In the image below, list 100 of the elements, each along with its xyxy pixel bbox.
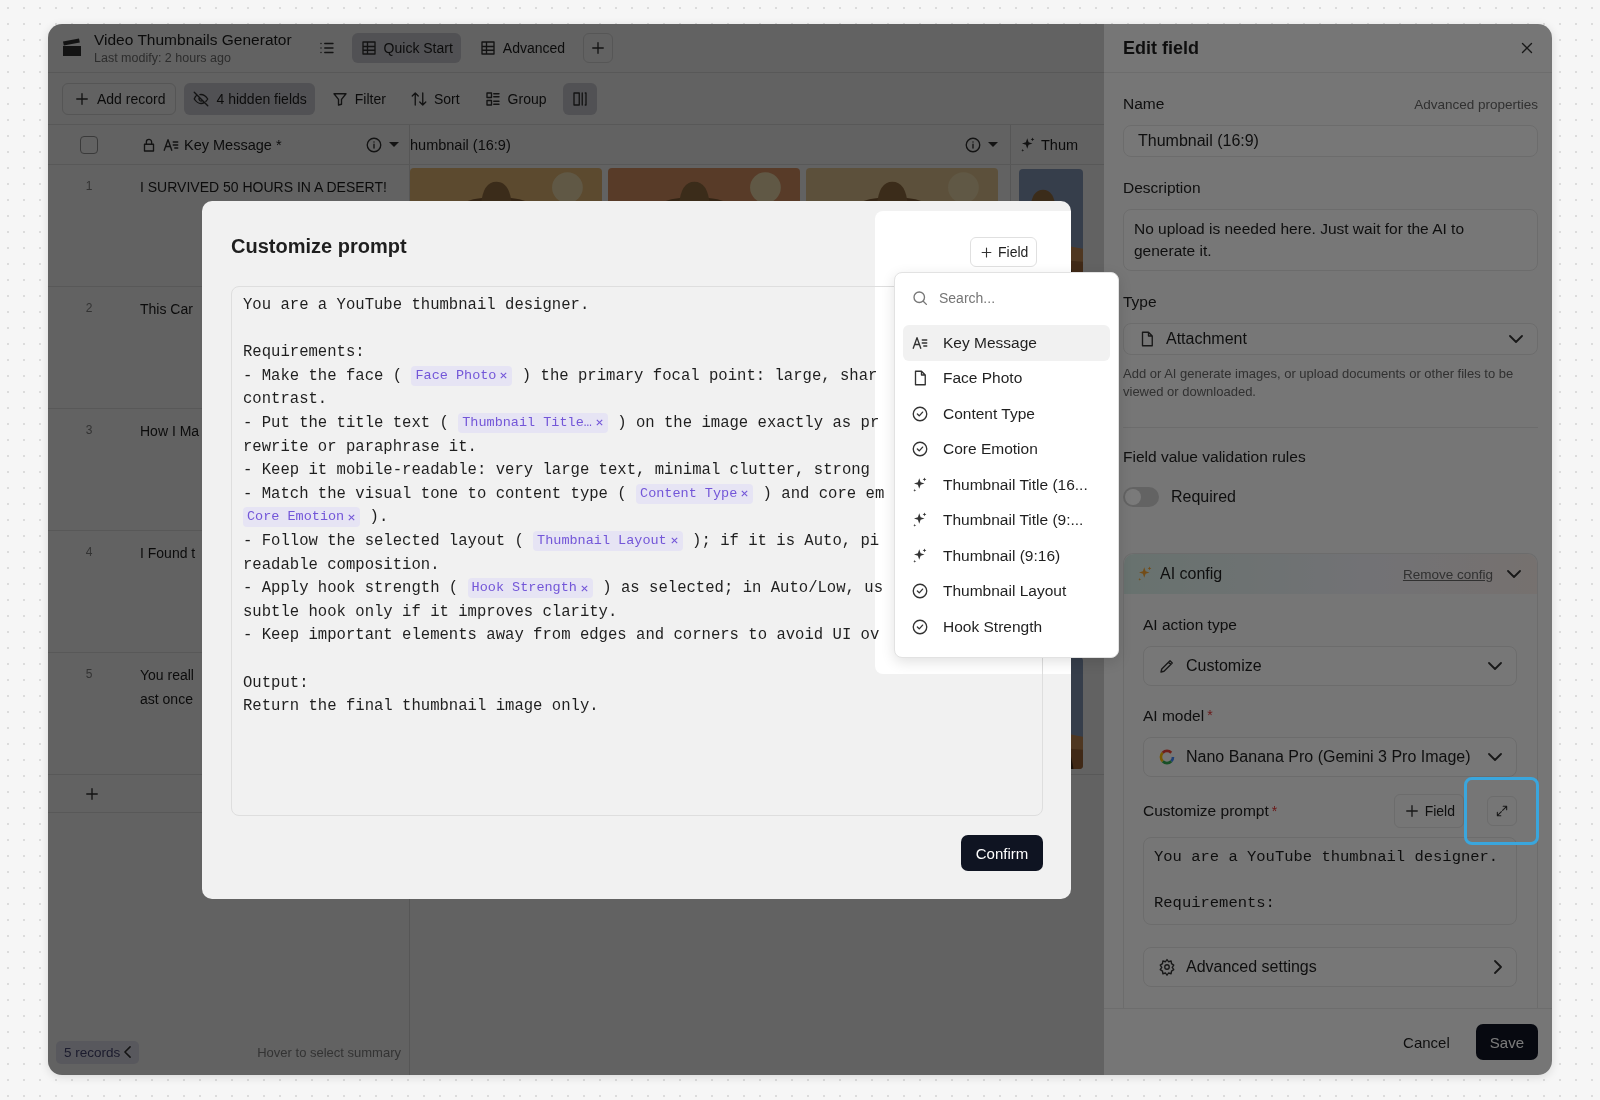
advanced-settings-button[interactable]: Advanced settings xyxy=(1143,947,1517,987)
menu-item[interactable]: Hook Strength xyxy=(903,609,1110,645)
table-cell-text: ast once xyxy=(140,690,193,709)
close-icon[interactable] xyxy=(579,583,589,593)
records-count-button[interactable]: 5 records xyxy=(56,1040,140,1064)
close-icon[interactable] xyxy=(740,489,750,499)
field-label: Description xyxy=(1123,179,1202,198)
prompt-text: subtle hook only if it improves clarity. xyxy=(243,602,618,621)
menu-item[interactable]: Thumbnail Title (16... xyxy=(903,467,1110,503)
type-help-text: Add or AI generate images, or upload documents or other files to be viewed or downloaded. xyxy=(1123,365,1515,402)
prompt-text: ) and core em xyxy=(761,484,885,503)
add-field-button[interactable]: Field xyxy=(970,237,1038,267)
close-icon[interactable] xyxy=(347,512,357,522)
prompt-text: ) on the image exactly as pr xyxy=(616,413,880,432)
prompt-text: - Apply hook strength ( xyxy=(243,579,460,598)
expand-button[interactable] xyxy=(1487,796,1517,826)
prompt-text: contrast. xyxy=(243,390,328,409)
field-tag[interactable]: Thumbnail Title… xyxy=(458,412,608,433)
field-label: AI model xyxy=(1143,707,1205,725)
pencil-icon xyxy=(1158,657,1176,675)
columns-icon xyxy=(570,89,589,108)
field-tag[interactable]: Thumbnail Layout xyxy=(533,530,683,551)
sparkle-icon xyxy=(911,475,929,494)
toolbar-button[interactable]: 4 hidden fields xyxy=(184,82,315,115)
chevron-right-icon xyxy=(1494,960,1502,974)
save-button[interactable]: Save xyxy=(1475,1024,1538,1060)
search-field[interactable]: Search... xyxy=(937,289,1091,307)
confirm-button[interactable]: Confirm xyxy=(961,835,1043,871)
ring-icon xyxy=(1158,748,1176,766)
required-mark: * xyxy=(1207,707,1213,725)
prompt-text: ) as selected; in Auto/Low, us xyxy=(601,579,883,598)
column-header[interactable]: humbnail (16:9) xyxy=(410,125,1010,164)
cancel-button[interactable]: Cancel xyxy=(1391,1025,1462,1059)
sort-icon xyxy=(409,89,428,108)
required-toggle[interactable] xyxy=(1123,487,1159,507)
field-label: Type xyxy=(1123,293,1158,312)
field-label: Name xyxy=(1123,95,1165,113)
menu-item[interactable]: Thumbnail Title (9:... xyxy=(903,502,1110,538)
menu-item[interactable]: Face Photo xyxy=(903,360,1110,396)
menu-item[interactable]: Core Emotion xyxy=(903,431,1110,467)
toolbar-button[interactable]: Group xyxy=(475,82,555,115)
menu-item[interactable]: Thumbnail (9:16) xyxy=(903,538,1110,574)
gear-icon xyxy=(1158,958,1176,976)
column-title: Thum xyxy=(1041,136,1079,153)
action-type-select[interactable]: Customize xyxy=(1143,646,1517,686)
add-field-button[interactable]: Field xyxy=(1393,794,1464,828)
close-icon[interactable] xyxy=(669,536,679,546)
prompt-text: - Match the visual tone to content type ( xyxy=(243,484,628,503)
prompt-text: - Make the face ( xyxy=(243,366,404,385)
column-header[interactable]: Key Message * xyxy=(130,125,410,164)
field-tag[interactable]: Core Emotion xyxy=(243,507,361,528)
advanced-properties-link[interactable]: Advanced properties xyxy=(1414,97,1538,112)
view-tab[interactable]: Quick Start xyxy=(351,33,461,63)
sparkle-icon xyxy=(1136,565,1154,583)
column-title: Key Message * xyxy=(184,136,282,153)
info-icon xyxy=(964,135,982,154)
field-tag[interactable]: Hook Strength xyxy=(467,578,593,599)
caret-icon xyxy=(988,142,998,147)
required-mark: * xyxy=(1271,803,1278,819)
type-select[interactable]: Attachment xyxy=(1123,323,1538,356)
select-all-checkbox[interactable] xyxy=(80,135,98,154)
menu-item[interactable]: Thumbnail Layout xyxy=(903,573,1110,609)
prompt-text: Return the final thumbnail image only. xyxy=(243,697,599,716)
panel-title: Edit field xyxy=(1123,37,1199,59)
chevron-down-icon xyxy=(1509,335,1523,344)
table-cell-text: This Car xyxy=(140,300,193,319)
name-field[interactable]: Thumbnail (16:9) xyxy=(1123,125,1538,158)
table-icon xyxy=(359,39,378,57)
prompt-text: readable composition. xyxy=(243,555,440,574)
section-title: Field value validation rules xyxy=(1123,448,1307,466)
field-label: AI action type xyxy=(1143,616,1238,634)
toolbar-button[interactable]: Sort xyxy=(401,82,468,115)
add-view-button[interactable] xyxy=(583,33,614,63)
crossed-eye-icon xyxy=(192,89,211,108)
field-tag[interactable]: Face Photo xyxy=(411,365,513,386)
menu-item[interactable]: Content Type xyxy=(903,396,1110,432)
plus-icon xyxy=(979,244,994,260)
remove-config-link[interactable]: Remove config xyxy=(1402,566,1493,582)
view-tab[interactable]: Advanced xyxy=(470,33,574,63)
close-icon[interactable] xyxy=(594,418,604,428)
model-select[interactable]: Nano Banana Pro (Gemini 3 Pro Image) xyxy=(1143,737,1517,777)
chevron-down-icon xyxy=(1488,662,1502,670)
prompt-text: - Follow the selected layout ( xyxy=(243,531,525,550)
dialog-title: Customize prompt xyxy=(231,235,407,258)
prompt-field[interactable]: You are a YouTube thumbnail designer. Requirements: xyxy=(1143,837,1517,925)
description-field[interactable]: No upload is needed here. Just wait for the AI to generate it. xyxy=(1123,209,1538,272)
layout-toggle-button[interactable] xyxy=(562,82,597,115)
prompt-text: - Put the title text ( xyxy=(243,413,450,432)
field-label: Customize prompt xyxy=(1143,802,1269,820)
chevron-left-icon xyxy=(124,1046,132,1058)
prompt-text: ); if it is Auto, pi xyxy=(691,531,880,550)
prompt-text: ) the primary focal point: large, shar xyxy=(520,366,878,385)
field-tag[interactable]: Content Type xyxy=(636,483,754,504)
toolbar-button[interactable]: Filter xyxy=(322,82,394,115)
sparkle-icon xyxy=(1019,135,1037,154)
menu-item[interactable]: Key Message xyxy=(903,325,1110,361)
caret-icon xyxy=(389,142,399,147)
expand-icon xyxy=(1495,804,1509,818)
close-icon[interactable] xyxy=(499,371,509,381)
toolbar-button[interactable]: Add record xyxy=(62,82,177,115)
